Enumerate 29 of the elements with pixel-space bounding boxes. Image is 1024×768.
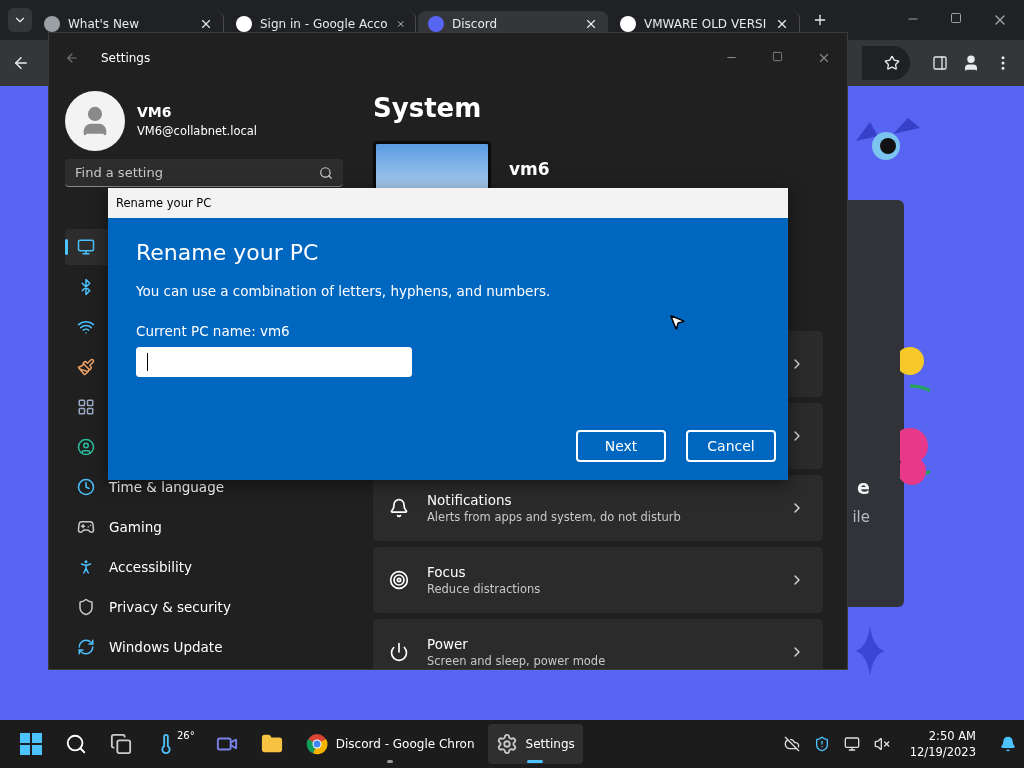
tab-title: Sign in - Google Acco xyxy=(260,16,388,31)
device-name: vm6 xyxy=(509,159,550,179)
user-name: VM6 xyxy=(137,104,173,120)
dialog-heading: Rename your PC xyxy=(136,240,319,265)
nav-label: Accessibility xyxy=(109,559,193,575)
nav-label: Gaming xyxy=(109,519,162,535)
card-title: Focus xyxy=(427,564,467,580)
tab-title: Discord xyxy=(452,16,499,31)
field-label: Current PC name: vm6 xyxy=(136,323,290,339)
card-title: Power xyxy=(427,636,469,652)
nav-label: Time & language xyxy=(109,479,224,495)
dialog-title: Rename your PC xyxy=(108,188,788,218)
card-text: e xyxy=(857,476,870,498)
app-label: Settings xyxy=(525,737,575,751)
tab-title: VMWARE OLD VERSI xyxy=(644,16,767,31)
temperature-text: 26° xyxy=(177,729,195,741)
card-text: ile xyxy=(852,508,870,526)
nav-label: Windows Update xyxy=(109,639,223,655)
app-label: Discord - Google Chron xyxy=(335,737,475,751)
nav-label: Privacy & security xyxy=(109,599,231,615)
tab-title: What's New xyxy=(68,16,141,31)
card-subtitle: Alerts from apps and system, do not disturb xyxy=(427,510,682,524)
page-heading: System xyxy=(373,93,483,123)
dialog-description: You can use a combination of letters, hyphens, and numbers. xyxy=(136,283,551,299)
card-subtitle: Reduce distractions xyxy=(427,582,542,596)
card-subtitle: Screen and sleep, power mode xyxy=(427,654,607,668)
window-title: Settings xyxy=(101,51,151,65)
card-title: Notifications xyxy=(427,492,513,508)
user-email: VM6@collabnet.local xyxy=(137,124,258,138)
